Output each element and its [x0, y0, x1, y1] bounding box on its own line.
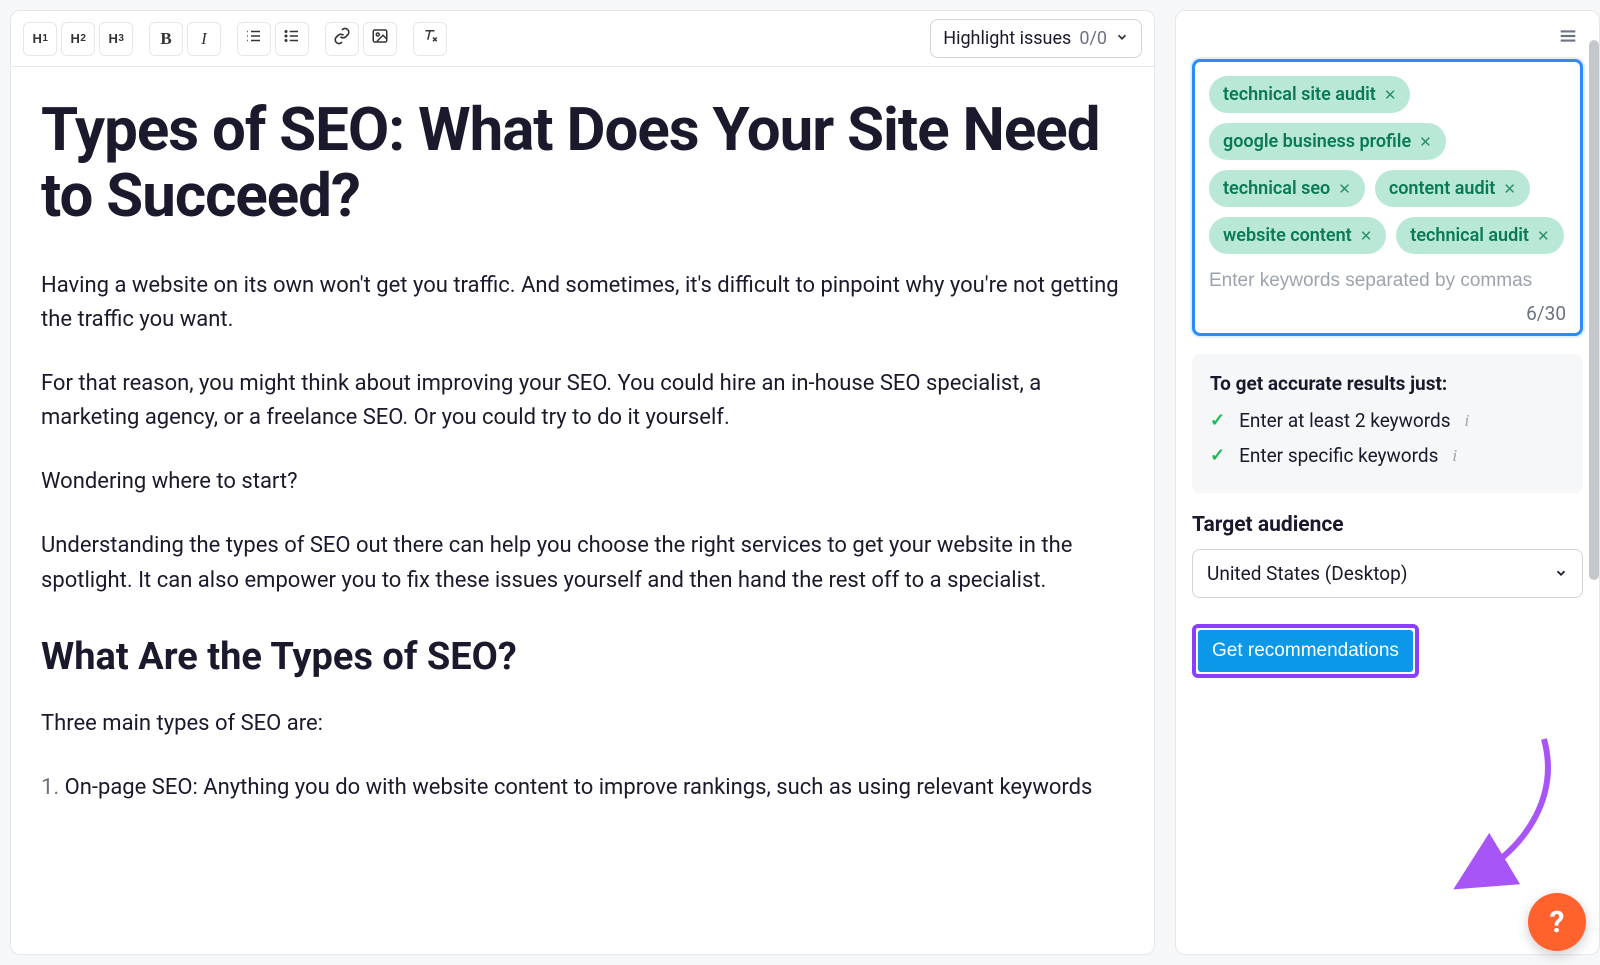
article-paragraph: Wondering where to start?: [41, 465, 1124, 499]
keyword-tag: technical audit ✕: [1396, 217, 1563, 254]
sidebar-menu-button[interactable]: [1553, 23, 1583, 53]
article-list-item: 1. On-page SEO: Anything you do with web…: [41, 771, 1124, 805]
h1-button[interactable]: H1: [23, 22, 57, 56]
editor-panel: H1 H2 H3 B I: [10, 10, 1155, 955]
hint-card: To get accurate results just: ✓ Enter at…: [1192, 354, 1583, 493]
highlight-issues-count: 0/0: [1079, 28, 1107, 49]
keyword-tag: content audit ✕: [1375, 170, 1530, 207]
keyword-tag: technical seo ✕: [1209, 170, 1365, 207]
article-paragraph: For that reason, you might think about i…: [41, 367, 1124, 435]
image-icon: [371, 27, 389, 50]
page-scrollbar[interactable]: [1588, 10, 1600, 950]
hint-row: ✓ Enter specific keywords i: [1210, 444, 1565, 467]
check-icon: ✓: [1210, 410, 1225, 431]
remove-tag-icon[interactable]: ✕: [1503, 180, 1516, 198]
keyword-tag-label: technical seo: [1223, 178, 1330, 199]
ordered-list-icon: [245, 27, 263, 50]
italic-button[interactable]: I: [187, 22, 221, 56]
sidebar-panel: technical site audit✕google business pro…: [1175, 10, 1600, 955]
editor-toolbar: H1 H2 H3 B I: [11, 11, 1154, 67]
target-audience-value: United States (Desktop): [1207, 562, 1407, 585]
unordered-list-icon: [283, 27, 301, 50]
editor-content[interactable]: Types of SEO: What Does Your Site Need t…: [11, 67, 1154, 855]
hamburger-icon: [1557, 25, 1579, 51]
target-audience-label: Target audience: [1192, 513, 1583, 537]
highlight-issues-dropdown[interactable]: Highlight issues 0/0: [930, 19, 1142, 58]
keyword-tag: website content ✕: [1209, 217, 1386, 254]
ordered-list-button[interactable]: [237, 22, 271, 56]
hint-row: ✓ Enter at least 2 keywords i: [1210, 409, 1565, 432]
keyword-tag-label: website content: [1223, 225, 1352, 246]
h3-button[interactable]: H3: [99, 22, 133, 56]
keyword-tag-label: content audit: [1389, 178, 1496, 199]
hint-text: Enter specific keywords: [1239, 444, 1438, 467]
get-recommendations-button[interactable]: Get recommendations: [1198, 630, 1413, 672]
target-audience-dropdown[interactable]: United States (Desktop): [1192, 549, 1583, 598]
keyword-tag-label: technical site audit: [1223, 84, 1376, 105]
chevron-down-icon: [1115, 30, 1129, 48]
link-button[interactable]: [325, 22, 359, 56]
remove-tag-icon[interactable]: ✕: [1338, 180, 1351, 198]
highlight-issues-label: Highlight issues: [943, 28, 1071, 49]
remove-tag-icon[interactable]: ✕: [1360, 227, 1373, 245]
cta-highlight-frame: Get recommendations: [1192, 624, 1419, 678]
info-icon[interactable]: i: [1465, 411, 1470, 431]
keyword-text-input[interactable]: [1209, 266, 1566, 298]
help-icon: ?: [1550, 905, 1565, 940]
hint-text: Enter at least 2 keywords: [1239, 409, 1450, 432]
info-icon[interactable]: i: [1452, 446, 1457, 466]
keyword-tag: technical site audit ✕: [1209, 76, 1410, 113]
clear-format-icon: [421, 27, 439, 50]
keyword-tags: technical site audit✕google business pro…: [1209, 76, 1566, 254]
keyword-tag: google business profile ✕: [1209, 123, 1446, 160]
help-button[interactable]: ?: [1528, 893, 1586, 951]
keyword-tag-label: technical audit: [1410, 225, 1529, 246]
keyword-input-box[interactable]: technical site audit✕google business pro…: [1192, 59, 1583, 336]
remove-tag-icon[interactable]: ✕: [1537, 227, 1550, 245]
check-icon: ✓: [1210, 445, 1225, 466]
image-button[interactable]: [363, 22, 397, 56]
article-paragraph: Understanding the types of SEO out there…: [41, 529, 1124, 597]
unordered-list-button[interactable]: [275, 22, 309, 56]
remove-tag-icon[interactable]: ✕: [1419, 133, 1432, 151]
link-icon: [333, 27, 351, 50]
hint-card-title: To get accurate results just:: [1210, 372, 1565, 395]
article-paragraph: Three main types of SEO are:: [41, 707, 1124, 741]
article-subheading: What Are the Types of SEO?: [41, 628, 1124, 687]
keyword-tag-label: google business profile: [1223, 131, 1411, 152]
annotation-arrow-icon: [1449, 734, 1569, 894]
bold-button[interactable]: B: [149, 22, 183, 56]
remove-tag-icon[interactable]: ✕: [1384, 86, 1397, 104]
article-paragraph: Having a website on its own won't get yo…: [41, 269, 1124, 337]
clear-format-button[interactable]: [413, 22, 447, 56]
chevron-down-icon: [1554, 562, 1568, 585]
scrollbar-thumb[interactable]: [1589, 40, 1599, 580]
h2-button[interactable]: H2: [61, 22, 95, 56]
keyword-count: 6/30: [1209, 302, 1566, 325]
article-title: Types of SEO: What Does Your Site Need t…: [41, 97, 1124, 229]
